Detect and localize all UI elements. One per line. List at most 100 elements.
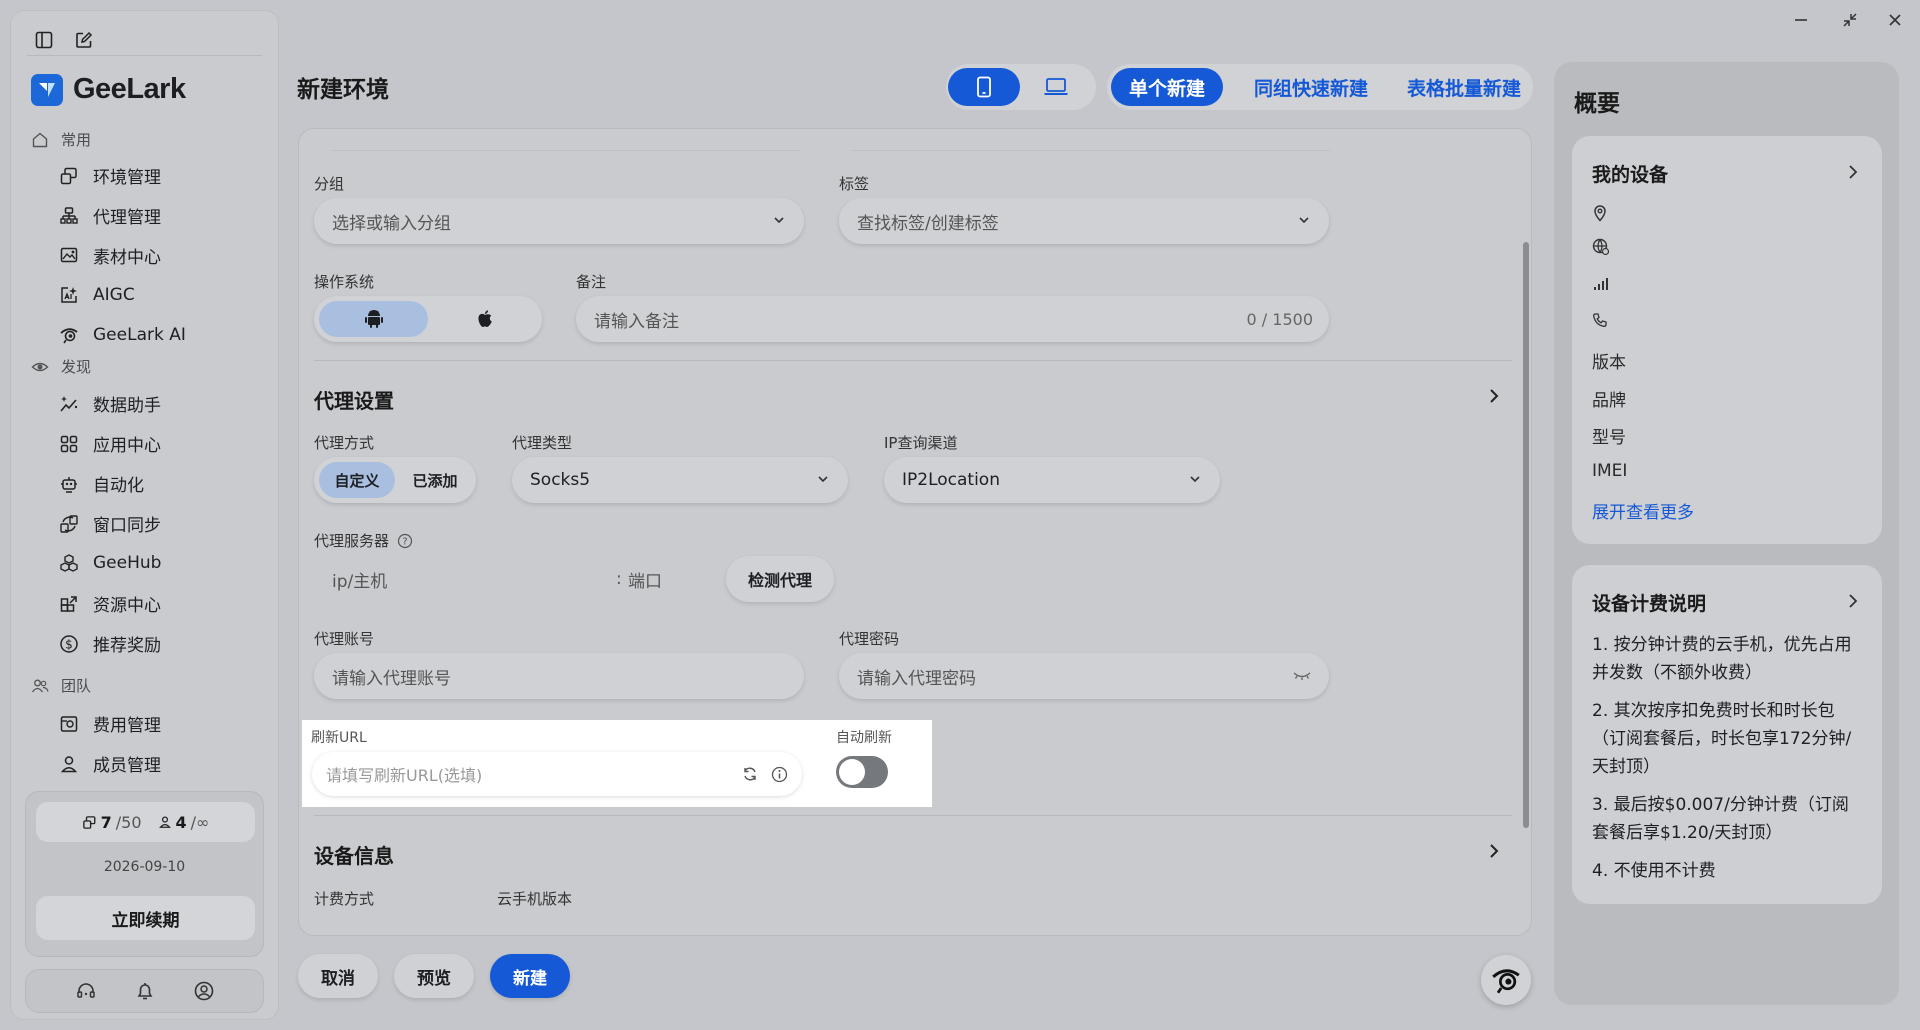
os-android-option[interactable] bbox=[319, 301, 428, 337]
env-count-value: 7 bbox=[100, 812, 112, 832]
restore-button[interactable] bbox=[1829, 0, 1871, 40]
ip-channel-select[interactable]: IP2Location bbox=[884, 457, 1220, 503]
laptop-icon bbox=[1044, 78, 1068, 95]
create-button[interactable]: 新建 bbox=[490, 954, 570, 998]
group-select[interactable]: 选择或输入分组 bbox=[314, 198, 804, 244]
edit-icon[interactable] bbox=[73, 29, 95, 51]
toggle-knob bbox=[839, 759, 865, 785]
chevron-right-icon[interactable] bbox=[1846, 593, 1860, 609]
tab-batch-create[interactable]: 表格批量新建 bbox=[1399, 68, 1529, 106]
sidebar-item-label: AIGC bbox=[93, 285, 135, 305]
billing-item: 3. 最后按$0.007/分钟计费（订阅套餐后享$1.20/天封顶） bbox=[1592, 795, 1849, 843]
sidebar-item-billing[interactable]: 费用管理 bbox=[57, 711, 161, 736]
svg-text:$: $ bbox=[65, 637, 73, 651]
bell-icon[interactable] bbox=[134, 980, 156, 1002]
refresh-url-placeholder: 请填写刷新URL(选填) bbox=[326, 766, 483, 785]
sidebar-item-materials[interactable]: 素材中心 bbox=[57, 243, 161, 268]
refresh-icon[interactable] bbox=[742, 766, 758, 782]
proxy-type-label: 代理类型 bbox=[512, 434, 573, 452]
hub-cubes-icon bbox=[60, 554, 78, 572]
user-icon bbox=[60, 755, 78, 772]
cancel-button[interactable]: 取消 bbox=[298, 954, 378, 998]
sidebar-item-app-center[interactable]: 应用中心 bbox=[57, 431, 161, 456]
chevron-down-icon bbox=[1299, 217, 1309, 224]
chevron-down-icon bbox=[818, 476, 828, 483]
image-library-icon bbox=[60, 247, 78, 262]
os-ios-option[interactable] bbox=[432, 301, 537, 337]
renew-button[interactable]: 立即续期 bbox=[36, 896, 255, 940]
geelark-ai-icon bbox=[60, 328, 78, 344]
close-window-button[interactable] bbox=[1874, 0, 1916, 40]
sidebar-item-geehub[interactable]: GeeHub bbox=[57, 551, 161, 575]
minimize-button[interactable] bbox=[1780, 0, 1822, 40]
proxy-mode-custom[interactable]: 自定义 bbox=[319, 462, 395, 498]
support-headset-icon[interactable] bbox=[75, 980, 97, 1002]
note-placeholder: 请输入备注 bbox=[594, 311, 679, 332]
sidebar-item-window-sync[interactable]: 窗口同步 bbox=[57, 511, 161, 536]
svg-text:?: ? bbox=[402, 536, 407, 547]
sidebar-item-label: GeeHub bbox=[93, 553, 162, 573]
divider bbox=[314, 360, 1512, 361]
expand-more-link[interactable]: 展开查看更多 bbox=[1592, 498, 1694, 523]
tab-single-create[interactable]: 单个新建 bbox=[1111, 68, 1223, 106]
proxy-account-input[interactable]: 请输入代理账号 bbox=[314, 653, 804, 699]
tag-select[interactable]: 查找标签/创建标签 bbox=[839, 198, 1329, 244]
geelark-ai-icon bbox=[1492, 969, 1520, 994]
host-placeholder: ip/主机 bbox=[332, 571, 388, 592]
signal-bars-icon bbox=[1594, 278, 1608, 290]
sparkle-chart-icon bbox=[60, 395, 78, 412]
port-placeholder: 端口 bbox=[628, 571, 662, 592]
page-title: 新建环境 bbox=[297, 77, 389, 103]
chevron-right-icon[interactable] bbox=[1484, 386, 1504, 406]
sidebar-item-referral[interactable]: $ 推荐奖励 bbox=[57, 631, 161, 656]
ai-assistant-button[interactable] bbox=[1481, 955, 1531, 1005]
sidebar-item-data-assistant[interactable]: 数据助手 bbox=[57, 391, 161, 416]
group-placeholder: 选择或输入分组 bbox=[332, 213, 451, 234]
expiry-date: 2026-09-10 bbox=[103, 859, 186, 875]
phone-mode-button[interactable] bbox=[948, 68, 1020, 106]
eye-closed-icon[interactable] bbox=[1293, 670, 1311, 682]
billing-info-card[interactable]: 设备计费说明 1. 按分钟计费的云手机，优先占用并发数（不额外收费） 2. 其次… bbox=[1572, 565, 1882, 904]
laptop-mode-button[interactable] bbox=[1020, 68, 1092, 106]
info-icon[interactable] bbox=[771, 766, 788, 783]
sidebar-item-resources[interactable]: 资源中心 bbox=[57, 591, 161, 616]
check-proxy-button[interactable]: 检测代理 bbox=[726, 556, 834, 602]
sidebar-item-aigc[interactable]: AIGC bbox=[57, 283, 135, 307]
proxy-server-label-text: 代理服务器 bbox=[314, 532, 390, 550]
note-counter: 0 / 1500 bbox=[1246, 309, 1313, 329]
brand-logo: GeeLark bbox=[31, 73, 186, 106]
sidebar-footer bbox=[25, 969, 264, 1013]
preview-button[interactable]: 预览 bbox=[394, 954, 474, 998]
device-section-title: 设备信息 bbox=[314, 844, 394, 868]
proxy-mode-added[interactable]: 已添加 bbox=[398, 462, 472, 498]
sidebar-item-members[interactable]: 成员管理 bbox=[57, 751, 161, 776]
sidebar-item-automation[interactable]: 自动化 bbox=[57, 471, 144, 496]
toggle-sidebar-icon[interactable] bbox=[33, 29, 55, 51]
refresh-url-input[interactable]: 请填写刷新URL(选填) bbox=[312, 752, 802, 796]
chevron-right-icon[interactable] bbox=[1846, 164, 1860, 180]
sidebar-item-label: 环境管理 bbox=[93, 168, 161, 188]
sidebar-item-proxy[interactable]: 代理管理 bbox=[57, 203, 161, 228]
my-device-card[interactable]: 我的设备 版本 品牌 型号 IMEI 展开查看更多 bbox=[1572, 136, 1882, 544]
proxy-password-input[interactable]: 请输入代理密码 bbox=[839, 653, 1329, 699]
tab-group-quick-create[interactable]: 同组快速新建 bbox=[1229, 68, 1393, 106]
brand-name: GeeLark bbox=[73, 73, 186, 105]
note-input[interactable]: 请输入备注 0 / 1500 bbox=[576, 296, 1329, 342]
account-icon[interactable] bbox=[193, 980, 215, 1002]
member-count-value: 4 bbox=[175, 812, 187, 832]
help-circle-icon[interactable]: ? bbox=[397, 533, 413, 549]
sync-windows-icon bbox=[60, 514, 78, 533]
sidebar-item-geelark-ai[interactable]: GeeLark AI bbox=[57, 323, 186, 347]
sidebar-item-label: 资源中心 bbox=[93, 596, 161, 616]
auto-refresh-toggle[interactable] bbox=[836, 756, 888, 788]
proxy-icon bbox=[60, 206, 78, 224]
aigc-icon bbox=[61, 287, 77, 303]
sidebar-item-env[interactable]: 环境管理 bbox=[57, 163, 161, 188]
team-icon bbox=[31, 679, 49, 692]
chevron-right-icon[interactable] bbox=[1484, 841, 1504, 861]
proxy-type-select[interactable]: Socks5 bbox=[512, 457, 848, 503]
form-scrollbar[interactable] bbox=[1523, 242, 1529, 828]
subscription-card: 7/50 4/∞ 2026-09-10 立即续期 bbox=[25, 791, 264, 957]
summary-panel: 概要 我的设备 版本 品牌 型号 IMEI 展开查看更多 设备计费说明 1. 按… bbox=[1554, 62, 1899, 1005]
my-device-title: 我的设备 bbox=[1592, 164, 1669, 186]
